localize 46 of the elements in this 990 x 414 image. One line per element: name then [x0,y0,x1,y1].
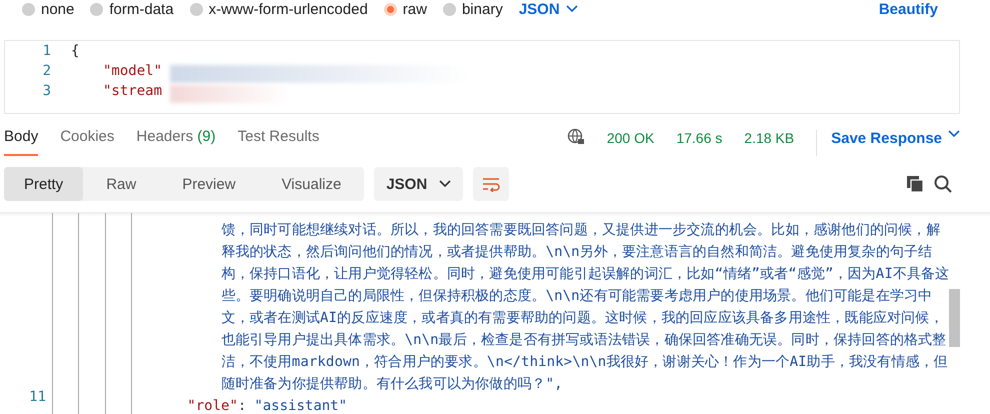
response-tab[interactable]: Headers (9) [136,128,216,156]
copy-icon[interactable] [906,175,924,193]
body-type-radio[interactable]: none [22,0,74,18]
response-tab[interactable]: Test Results [238,128,320,156]
body-type-radio[interactable]: raw [384,0,427,18]
chevron-down-icon [948,130,960,138]
response-text-line: 随时准备为你提供帮助。有什么我可以为你做的吗？", [221,375,564,394]
view-mode-tab[interactable]: Preview [159,167,259,201]
response-time: 17.66 s [676,130,722,148]
view-mode-tab[interactable]: Visualize [258,167,364,201]
status-code: 200 OK [606,130,654,148]
line-number: 3 [42,83,51,99]
response-text-line: 洁，不使用markdown，符合用户的要求。\n</think>\n\n我很好，谢谢关心！作为一个AI助手，我没有情感，但 [221,353,949,372]
response-text-line: 馈，同时可能想继续对话。所以，我的回答需要既回答问题，又提供进一步交流的机会。比如，感谢他们的问候，解 [221,221,942,240]
response-text-line: 也能引导用户提出具体需求。\n\n最后，检查是否有拼写或语法错误，确保回答准确无误。同时，保持回答的格式整 [221,331,948,350]
code-text: "stream [102,83,162,99]
line-number: 2 [42,63,51,79]
wrap-lines-button[interactable] [473,167,510,201]
code-text: { [71,43,80,59]
request-editor[interactable]: 1 { 2 "model" 3 "stream [4,40,960,114]
line-number: 11 [28,388,46,407]
globe-lock-icon [566,128,585,146]
line-number: 1 [42,43,51,59]
response-text-line: 些。要明确说明自己的局限性，但保持积极的态度。\n\n还有可能需要考虑用户的使用场景。他们可能是在学习中 [221,287,934,306]
wrap-lines-icon [481,176,502,192]
view-mode-tab[interactable]: Raw [83,167,160,201]
body-type-radio[interactable]: x-www-form-urlencoded [190,0,368,18]
response-text-line: 释我的状态，然后询问他们的情况，或者提供帮助。\n\n另外，要注意语言的自然和简洁。避免使用复杂的句子结 [221,243,934,262]
body-type-radio[interactable]: binary [442,0,503,18]
view-mode-tab[interactable]: Pretty [4,167,84,201]
scrollbar-thumb[interactable] [949,289,960,347]
format-dropdown[interactable]: JSON [518,0,578,18]
response-size: 2.18 KB [744,130,794,148]
chevron-down-icon [566,5,578,13]
beautify-link[interactable]: Beautify [878,0,938,18]
response-text-line: 文，或者在测试AI的反应速度，或者真的有需要帮助的问题。这时候，我的回应应该具备多用途性，既能应对问候， [221,309,944,328]
response-tab[interactable]: Cookies [60,128,114,156]
response-text-line: 构，保持口语化，让用户觉得轻松。同时，避免使用可能引起误解的词汇，比如“情绪”或者“感觉”，因为AI不具备这 [221,265,950,284]
json-property-line: "role": "assistant" [187,397,348,414]
response-tab[interactable]: Body [4,128,38,156]
chevron-down-icon [439,180,452,188]
response-format-dropdown[interactable]: JSON [374,167,464,201]
code-text: "model" [102,63,162,79]
body-type-radio[interactable]: form-data [90,0,174,18]
save-response-button[interactable]: Save Response [816,130,960,156]
search-icon[interactable] [934,175,952,193]
